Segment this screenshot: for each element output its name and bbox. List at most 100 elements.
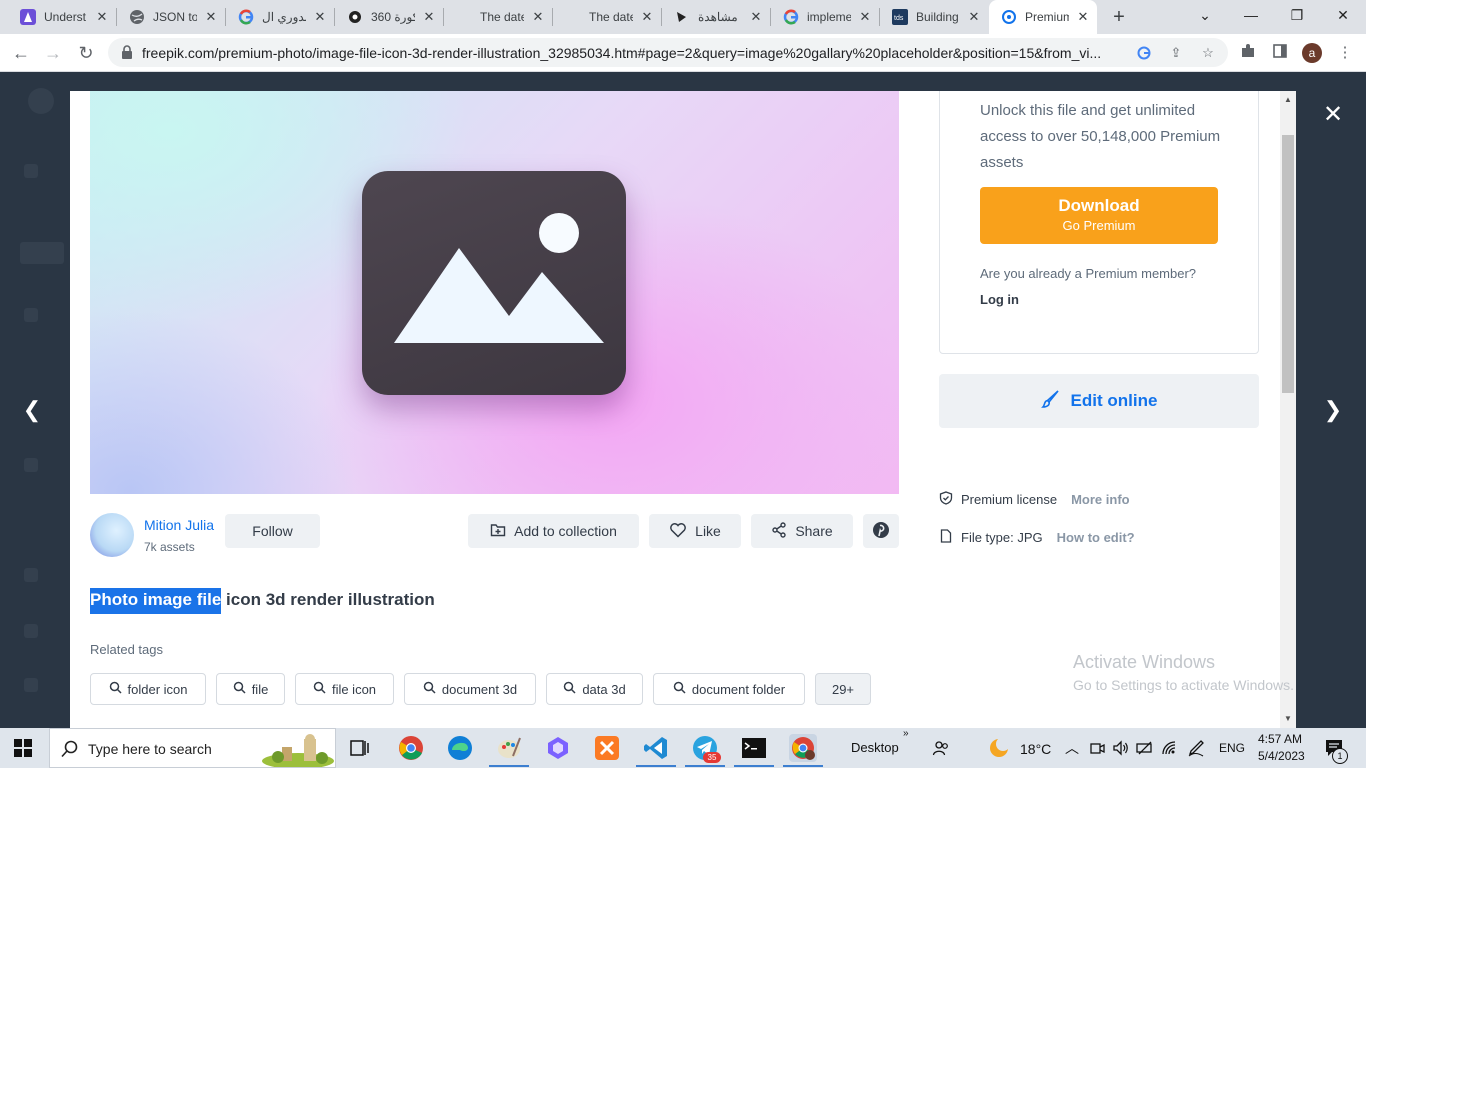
bookmark-star-icon[interactable]: ☆: [1200, 45, 1216, 61]
xampp-icon[interactable]: [593, 734, 621, 762]
tab-8[interactable]: impleme ✕: [771, 4, 880, 30]
copilot-icon[interactable]: [544, 734, 572, 762]
windows-start-icon[interactable]: [14, 739, 32, 762]
terminal-icon[interactable]: [740, 734, 768, 762]
profile-avatar[interactable]: a: [1302, 43, 1322, 63]
speaker-icon[interactable]: [1112, 740, 1130, 761]
author-avatar[interactable]: [90, 513, 134, 557]
chevron-up-icon[interactable]: ︿: [1065, 738, 1079, 758]
tab-4[interactable]: 360 كورة ✕: [335, 4, 444, 30]
weather-temperature[interactable]: 18°C: [1020, 741, 1051, 757]
minimize-button[interactable]: —: [1228, 0, 1274, 30]
running-indicator: [734, 765, 774, 767]
scroll-up-arrow-icon[interactable]: ▲: [1280, 93, 1296, 107]
brush-icon: [1040, 389, 1061, 414]
close-tab-icon[interactable]: ✕: [966, 9, 982, 25]
desktop-toolbar-label[interactable]: Desktop: [851, 740, 899, 755]
side-panel-icon[interactable]: [1270, 43, 1290, 63]
download-button[interactable]: Download Go Premium: [980, 187, 1218, 244]
tab-title: Building: [916, 10, 959, 24]
login-link[interactable]: Log in: [980, 292, 1019, 307]
forward-arrow-icon[interactable]: →: [41, 41, 65, 65]
close-tab-icon[interactable]: ✕: [421, 9, 437, 25]
close-tab-icon[interactable]: ✕: [94, 9, 110, 25]
more-info-link[interactable]: More info: [1071, 492, 1130, 507]
chrome-icon[interactable]: [397, 734, 425, 762]
kebab-menu-icon[interactable]: ⋮: [1335, 43, 1355, 63]
restore-button[interactable]: ❐: [1274, 0, 1320, 30]
close-tab-icon[interactable]: ✕: [639, 9, 655, 25]
close-tab-icon[interactable]: ✕: [312, 9, 328, 25]
edge-icon[interactable]: [446, 734, 474, 762]
scroll-down-arrow-icon[interactable]: ▼: [1280, 712, 1296, 726]
back-arrow-icon[interactable]: ←: [9, 41, 33, 65]
close-tab-icon[interactable]: ✕: [1075, 9, 1091, 25]
previous-arrow-icon[interactable]: ❮: [17, 395, 47, 425]
new-tab-button[interactable]: +: [1108, 6, 1130, 28]
chevron-double-right-icon[interactable]: »: [903, 728, 909, 739]
language-indicator[interactable]: ENG: [1219, 741, 1245, 755]
tag-document-folder[interactable]: document folder: [653, 673, 805, 705]
edit-online-button[interactable]: Edit online: [939, 374, 1259, 428]
tag-file-icon[interactable]: file icon: [295, 673, 394, 705]
close-tab-icon[interactable]: ✕: [530, 9, 546, 25]
running-indicator: [685, 765, 725, 767]
activate-title: Activate Windows: [1073, 652, 1216, 672]
telegram-unread-badge: 35: [703, 752, 721, 763]
search-icon: [563, 681, 576, 697]
tab-7[interactable]: مشاهدة ✕: [662, 4, 771, 30]
close-window-button[interactable]: ✕: [1320, 0, 1366, 30]
close-modal-icon[interactable]: ✕: [1318, 100, 1348, 130]
more-tags-button[interactable]: 29+: [815, 673, 871, 705]
tag-data-3d[interactable]: data 3d: [546, 673, 643, 705]
close-tab-icon[interactable]: ✕: [203, 9, 219, 25]
weather-moon-icon[interactable]: [987, 736, 1011, 765]
next-arrow-icon[interactable]: ❯: [1318, 395, 1348, 425]
paint-icon[interactable]: [495, 734, 523, 762]
tab-3[interactable]: الدوري ال ✕: [226, 4, 335, 30]
tag-file[interactable]: file: [216, 673, 285, 705]
blank-page-icon: [456, 9, 472, 25]
pinterest-button[interactable]: [863, 514, 899, 548]
vscode-icon[interactable]: [642, 734, 670, 762]
reload-icon[interactable]: ↻: [74, 41, 98, 65]
close-tab-icon[interactable]: ✕: [857, 9, 873, 25]
activate-subtitle: Go to Settings to activate Windows.: [1073, 677, 1294, 693]
battery-icon[interactable]: [1136, 740, 1154, 761]
tab-search-icon[interactable]: ⌄: [1182, 0, 1228, 30]
close-tab-icon[interactable]: ✕: [748, 9, 764, 25]
google-lens-icon[interactable]: [1136, 45, 1152, 61]
address-bar[interactable]: freepik.com/premium-photo/image-file-ico…: [108, 38, 1228, 67]
scrollbar-thumb[interactable]: [1282, 135, 1294, 393]
tag-folder-icon[interactable]: folder icon: [90, 673, 206, 705]
clock-time[interactable]: 4:57 AM: [1258, 732, 1302, 746]
tab-2[interactable]: JSON to ✕: [117, 4, 226, 30]
extensions-puzzle-icon[interactable]: [1238, 43, 1258, 63]
go-premium-label: Go Premium: [1062, 218, 1136, 233]
like-button[interactable]: Like: [649, 514, 741, 548]
how-to-edit-link[interactable]: How to edit?: [1057, 530, 1135, 545]
tab-1[interactable]: Underst ✕: [8, 4, 117, 30]
pen-workspace-icon[interactable]: [1187, 739, 1205, 762]
file-type-row: File type: JPG How to edit?: [939, 529, 1135, 546]
share-button[interactable]: Share: [751, 514, 853, 548]
clock-date[interactable]: 5/4/2023: [1258, 749, 1305, 763]
taskbar-search-box[interactable]: Type here to search: [49, 728, 336, 768]
share-page-icon[interactable]: ⇪: [1168, 45, 1184, 61]
task-view-icon[interactable]: [350, 738, 370, 763]
tab-10-active[interactable]: Premium ✕: [989, 0, 1097, 34]
tag-document-3d[interactable]: document 3d: [404, 673, 536, 705]
follow-button[interactable]: Follow: [225, 514, 320, 548]
asset-preview-image[interactable]: [90, 91, 899, 494]
meet-now-icon[interactable]: [1089, 740, 1105, 761]
asset-title-selected: Photo image file: [90, 588, 222, 614]
author-name-link[interactable]: Mition Julia: [144, 517, 214, 533]
add-to-collection-button[interactable]: Add to collection: [468, 514, 639, 548]
people-icon[interactable]: [932, 739, 950, 762]
chrome-profile-icon[interactable]: [789, 734, 817, 762]
tab-9[interactable]: tds Building ✕: [880, 4, 988, 30]
tab-6[interactable]: The date ✕: [553, 4, 662, 30]
tab-5[interactable]: The date ✕: [444, 4, 553, 30]
tab-title: JSON to: [153, 10, 197, 24]
wifi-icon[interactable]: [1161, 740, 1179, 761]
